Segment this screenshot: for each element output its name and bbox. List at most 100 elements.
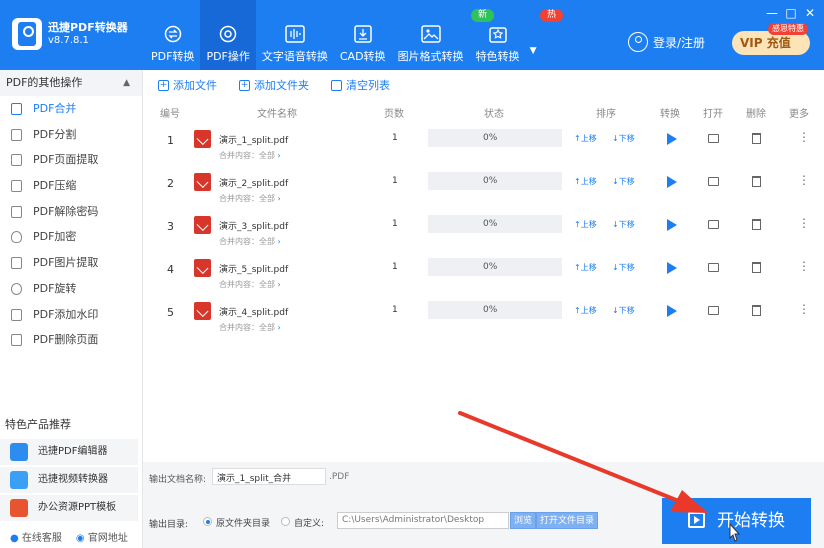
open-folder-icon[interactable] [708,263,719,272]
plus-icon: + [158,79,169,91]
pdf-file-icon [194,302,211,320]
move-up-button[interactable]: ↑上移 [574,176,597,187]
merge-value: 全部 [259,280,275,289]
image-icon [420,24,441,44]
move-up-button[interactable]: ↑上移 [574,305,597,316]
app-version: v8.7.8.1 [48,35,89,46]
delete-trash-icon[interactable] [752,133,761,144]
row-merge-content[interactable]: 合并内容：全部 › [219,236,281,247]
sidebar: PDF的其他操作 ▲ PDF合并 PDF分割 PDF页面提取 PDF压缩 PDF… [0,70,143,548]
convert-play-icon[interactable] [667,219,677,231]
move-down-button[interactable]: ↓下移 [612,262,635,273]
sidebar-item-pdf-delete-pages[interactable]: PDF删除页面 [0,327,142,353]
maximize-button[interactable]: □ [784,6,798,20]
headset-icon: ● [10,533,19,544]
row-pages: 1 [392,305,398,315]
sidebar-item-pdf-rotate[interactable]: PDF旋转 [0,276,142,302]
featured-ppt-templates[interactable]: 办公资源PPT模板 [0,495,138,521]
sidebar-item-pdf-compress[interactable]: PDF压缩 [0,173,142,199]
nav-image-convert[interactable]: 图片格式转换 [392,0,470,70]
app-name: 迅捷PDF转换器 [48,21,128,34]
table-row: 1 演示_1_split.pdf 合并内容：全部 › 1 0% ↑上移 ↓下移 … [143,122,824,165]
minimize-button[interactable]: — [765,6,779,20]
delete-trash-icon[interactable] [752,176,761,187]
delete-trash-icon[interactable] [752,305,761,316]
convert-play-icon[interactable] [667,262,677,274]
row-merge-content[interactable]: 合并内容：全部 › [219,193,281,204]
row-file-name: 演示_5_split.pdf [219,265,289,275]
open-folder-icon[interactable] [708,134,719,143]
open-folder-icon[interactable] [708,306,719,315]
sidebar-title: PDF的其他操作 [6,76,83,89]
add-file-button[interactable]: + 添加文件 [158,77,217,93]
featured-label: 迅捷PDF编辑器 [38,446,108,457]
col-delete: 删除 [746,109,766,120]
nav-pdf-operations[interactable]: PDF操作 [200,0,256,70]
arrow-down-icon: ↓ [612,263,619,272]
sidebar-item-pdf-split[interactable]: PDF分割 [0,122,142,148]
more-options-icon[interactable]: ⋮ [798,302,810,316]
output-name-field[interactable]: 演示_1_split_合并 [212,468,326,485]
move-down-button[interactable]: ↓下移 [612,305,635,316]
arrow-up-icon: ↑ [574,177,581,186]
row-merge-content[interactable]: 合并内容：全部 › [219,279,281,290]
output-path-field[interactable]: C:\Users\Administrator\Desktop [337,512,509,529]
add-folder-button[interactable]: + 添加文件夹 [239,77,309,93]
more-options-icon[interactable]: ⋮ [798,259,810,273]
convert-play-icon[interactable] [667,133,677,145]
convert-play-icon[interactable] [667,176,677,188]
more-options-icon[interactable]: ⋮ [798,216,810,230]
move-up-label: 上移 [580,263,597,272]
sidebar-header[interactable]: PDF的其他操作 ▲ [0,70,142,96]
delete-trash-icon[interactable] [752,262,761,273]
nav-text-speech[interactable]: 文字语音转换 [256,0,334,70]
radio-original-dir[interactable] [203,517,212,526]
cad-icon [353,24,373,44]
more-options-icon[interactable]: ⋮ [798,130,810,144]
output-name-bar: 输出文档名称: 演示_1_split_合并 .PDF [143,462,824,492]
watermark-icon [11,308,22,321]
convert-play-icon[interactable] [667,305,677,317]
sidebar-item-pdf-watermark[interactable]: PDF添加水印 [0,302,142,328]
close-button[interactable]: ✕ [803,6,817,20]
move-down-button[interactable]: ↓下移 [612,219,635,230]
sidebar-item-pdf-encrypt[interactable]: PDF加密 [0,224,142,250]
radio-custom-dir[interactable] [281,517,290,526]
clear-list-button[interactable]: 清空列表 [331,77,390,93]
open-folder-icon[interactable] [708,177,719,186]
original-dir-label: 原文件夹目录 [216,519,271,529]
website-link[interactable]: ◉ 官网地址 [76,529,128,544]
nav-cad-convert[interactable]: CAD转换 [334,0,392,70]
move-down-button[interactable]: ↓下移 [612,133,635,144]
merge-value: 全部 [259,323,275,332]
sidebar-item-pdf-image-extract[interactable]: PDF图片提取 [0,250,142,276]
featured-pdf-editor[interactable]: 迅捷PDF编辑器 [0,439,138,465]
nav-pdf-convert[interactable]: PDF转换 [145,0,200,70]
move-up-button[interactable]: ↑上移 [574,133,597,144]
more-options-icon[interactable]: ⋮ [798,173,810,187]
login-button[interactable]: 登录/注册 [628,32,705,52]
online-service-link[interactable]: ● 在线客服 [10,529,62,544]
sidebar-item-pdf-merge[interactable]: PDF合并 [0,96,142,122]
delete-trash-icon[interactable] [752,219,761,230]
open-folder-icon[interactable] [708,220,719,229]
start-convert-button[interactable]: 开始转换 [662,498,811,544]
custom-dir-label: 自定义: [294,519,325,529]
open-dir-button[interactable]: 打开文件目录 [536,512,599,529]
row-merge-content[interactable]: 合并内容：全部 › [219,322,281,333]
new-badge: 新 [471,9,495,22]
sidebar-item-pdf-extract-pages[interactable]: PDF页面提取 [0,147,142,173]
sidebar-item-pdf-unlock[interactable]: PDF解除密码 [0,199,142,225]
row-index: 5 [167,306,174,319]
pdf-editor-icon [10,443,28,461]
move-up-button[interactable]: ↑上移 [574,262,597,273]
browse-button[interactable]: 浏览 [510,512,537,529]
chevron-right-icon: › [277,194,281,203]
move-up-button[interactable]: ↑上移 [574,219,597,230]
hot-badge: 热 [540,9,564,22]
chevron-right-icon: › [277,323,281,332]
nav-more-dropdown[interactable]: ▼ [526,0,541,70]
move-down-button[interactable]: ↓下移 [612,176,635,187]
row-merge-content[interactable]: 合并内容：全部 › [219,150,281,161]
featured-video-converter[interactable]: 迅捷视频转换器 [0,467,138,493]
